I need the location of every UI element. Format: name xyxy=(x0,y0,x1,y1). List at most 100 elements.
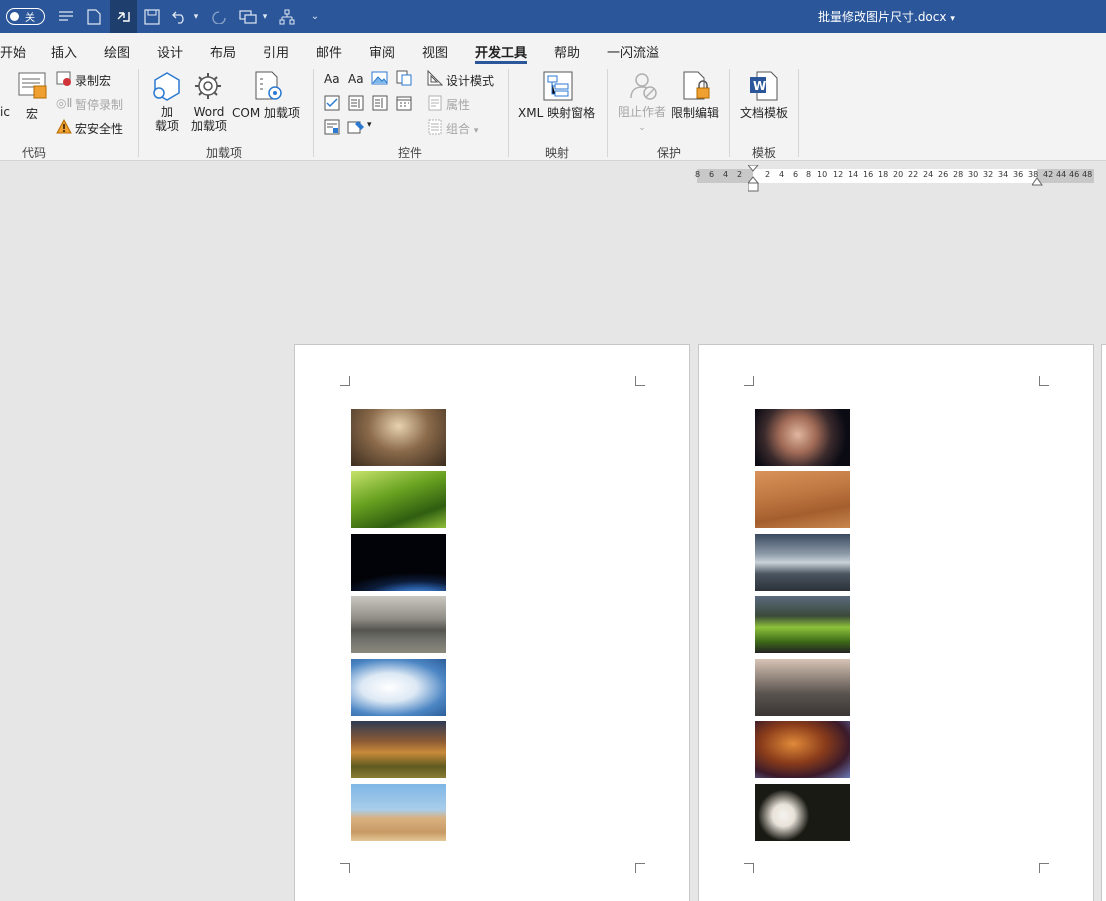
margin-corner-mark xyxy=(340,376,350,386)
touch-mode-icon[interactable] xyxy=(110,0,137,33)
right-indent-marker[interactable] xyxy=(1031,175,1043,189)
pause-record-icon: ◎Ⅱ xyxy=(56,96,73,110)
ruler-number: 26 xyxy=(938,170,949,179)
visual-basic-label[interactable]: ic xyxy=(0,105,10,119)
tab-view[interactable]: 视图 xyxy=(422,42,448,61)
earth-from-space-photo[interactable] xyxy=(351,534,446,591)
white-flowers-photo[interactable] xyxy=(755,784,850,841)
restrict-editing-icon[interactable] xyxy=(682,71,712,104)
city-aerial-photo[interactable] xyxy=(755,659,850,716)
undo-dropdown-icon[interactable]: ▾ xyxy=(191,0,201,33)
group-button[interactable]: 组合 ▾ xyxy=(446,120,478,137)
tab-draw[interactable]: 绘图 xyxy=(104,42,130,61)
checkbox-control-icon[interactable] xyxy=(324,95,340,114)
margin-corner-mark xyxy=(1039,376,1049,386)
record-macro-button[interactable]: 录制宏 xyxy=(75,72,111,89)
org-chart-icon[interactable] xyxy=(277,0,297,33)
tab-insert[interactable]: 插入 xyxy=(51,42,77,61)
save-icon[interactable] xyxy=(142,0,162,33)
tab-review[interactable]: 审阅 xyxy=(369,42,395,61)
word-document-template-icon[interactable]: W xyxy=(749,71,779,104)
undo-icon[interactable] xyxy=(170,0,190,33)
ruler-number: 6 xyxy=(793,170,799,179)
margin-corner-mark xyxy=(340,863,350,873)
restrict-editing-button[interactable]: 限制编辑 xyxy=(671,104,719,121)
ribbon-separator xyxy=(729,69,730,157)
document-template-button[interactable]: 文档模板 xyxy=(740,104,788,121)
rich-text-control[interactable]: Aa xyxy=(324,72,340,86)
green-creature-photo[interactable] xyxy=(755,596,850,653)
new-document-icon[interactable] xyxy=(84,0,104,33)
ruler-number: 36 xyxy=(1013,170,1024,179)
addins-button[interactable]: 加载项 xyxy=(150,105,184,133)
building-block-icon[interactable] xyxy=(396,70,412,89)
margin-corner-mark xyxy=(635,863,645,873)
margin-corner-mark xyxy=(744,376,754,386)
document-page[interactable] xyxy=(698,344,1094,901)
ruler-number: 34 xyxy=(998,170,1009,179)
city-skyline-photo[interactable] xyxy=(351,596,446,653)
tab-yishan[interactable]: 一闪流溢 xyxy=(607,42,659,61)
ruler-number: 20 xyxy=(893,170,904,179)
pause-record-button[interactable]: 暂停录制 xyxy=(75,96,123,113)
combo-box-control-icon[interactable] xyxy=(348,95,364,114)
properties-icon xyxy=(428,95,442,114)
document-title[interactable]: 批量修改图片尺寸.docx ▾ xyxy=(818,8,955,25)
toggle-knob xyxy=(10,12,19,21)
customize-toolbar-icon[interactable]: ⌄ xyxy=(309,0,321,33)
tab-help[interactable]: 帮助 xyxy=(554,42,580,61)
planet-space-photo[interactable] xyxy=(755,409,850,466)
tab-developer[interactable]: 开发工具 xyxy=(475,42,528,64)
redo-icon[interactable] xyxy=(209,0,229,33)
properties-button[interactable]: 属性 xyxy=(446,96,470,113)
ribbon-separator xyxy=(798,69,799,157)
tab-design[interactable]: 设计 xyxy=(157,42,183,61)
format-painter-icon[interactable] xyxy=(56,0,76,33)
storm-over-field-photo[interactable] xyxy=(351,721,446,778)
legacy-tools-icon[interactable] xyxy=(347,119,367,138)
autosave-toggle[interactable]: 关 xyxy=(6,8,45,25)
xml-mapping-pane-button[interactable]: XML 映射窗格 xyxy=(518,104,595,121)
ruler-number: 48 xyxy=(1082,170,1093,179)
tab-references[interactable]: 引用 xyxy=(263,42,289,61)
clouds-sky-photo[interactable] xyxy=(351,659,446,716)
tab-home[interactable]: 开始 xyxy=(0,42,26,61)
date-picker-control-icon[interactable] xyxy=(396,95,412,114)
pyramids-photo[interactable] xyxy=(351,784,446,841)
green-leaves-photo[interactable] xyxy=(351,471,446,528)
ruler-number: 2 xyxy=(765,170,771,179)
plain-text-control[interactable]: Aa xyxy=(348,72,364,86)
tab-layout[interactable]: 布局 xyxy=(210,42,236,61)
picture-control-icon[interactable] xyxy=(371,71,388,89)
document-page[interactable] xyxy=(294,344,690,901)
ribbon-separator xyxy=(138,69,139,157)
ribbon-separator xyxy=(607,69,608,157)
tab-mailings[interactable]: 邮件 xyxy=(316,42,342,61)
group-label-addins: 加载项 xyxy=(206,146,243,160)
addins-icon[interactable] xyxy=(151,71,183,104)
dropdown-list-control-icon[interactable] xyxy=(372,95,388,114)
word-addins-button[interactable]: Word 加载项 xyxy=(187,105,231,133)
block-authors-button[interactable]: 阻止作者 ⌄ xyxy=(616,105,668,135)
macros-icon[interactable] xyxy=(18,71,48,104)
ruler-number: 46 xyxy=(1069,170,1080,179)
macros-button[interactable]: 宏 xyxy=(26,105,38,122)
xml-mapping-icon[interactable] xyxy=(543,71,573,104)
sand-dunes-photo[interactable] xyxy=(755,471,850,528)
screen-clip-icon[interactable] xyxy=(237,0,259,33)
first-line-indent-marker[interactable] xyxy=(746,164,760,196)
design-mode-button[interactable]: 设计模式 xyxy=(446,72,494,89)
clip-dropdown-icon[interactable]: ▾ xyxy=(260,0,270,33)
ruler-number: 6 xyxy=(709,170,715,179)
repeating-section-icon[interactable] xyxy=(324,119,340,138)
pier-storm-photo[interactable] xyxy=(755,534,850,591)
group-label-code: 代码 xyxy=(22,146,47,160)
com-addins-button[interactable]: COM 加载项 xyxy=(232,104,300,121)
group-icon xyxy=(428,119,442,138)
legacy-tools-dropdown-icon[interactable]: ▾ xyxy=(367,120,372,130)
word-addins-gear-icon[interactable] xyxy=(193,71,223,104)
com-addins-icon[interactable] xyxy=(254,71,284,104)
nebula-photo[interactable] xyxy=(755,721,850,778)
radial-burst-photo[interactable] xyxy=(351,409,446,466)
macro-security-button[interactable]: 宏安全性 xyxy=(75,120,123,137)
